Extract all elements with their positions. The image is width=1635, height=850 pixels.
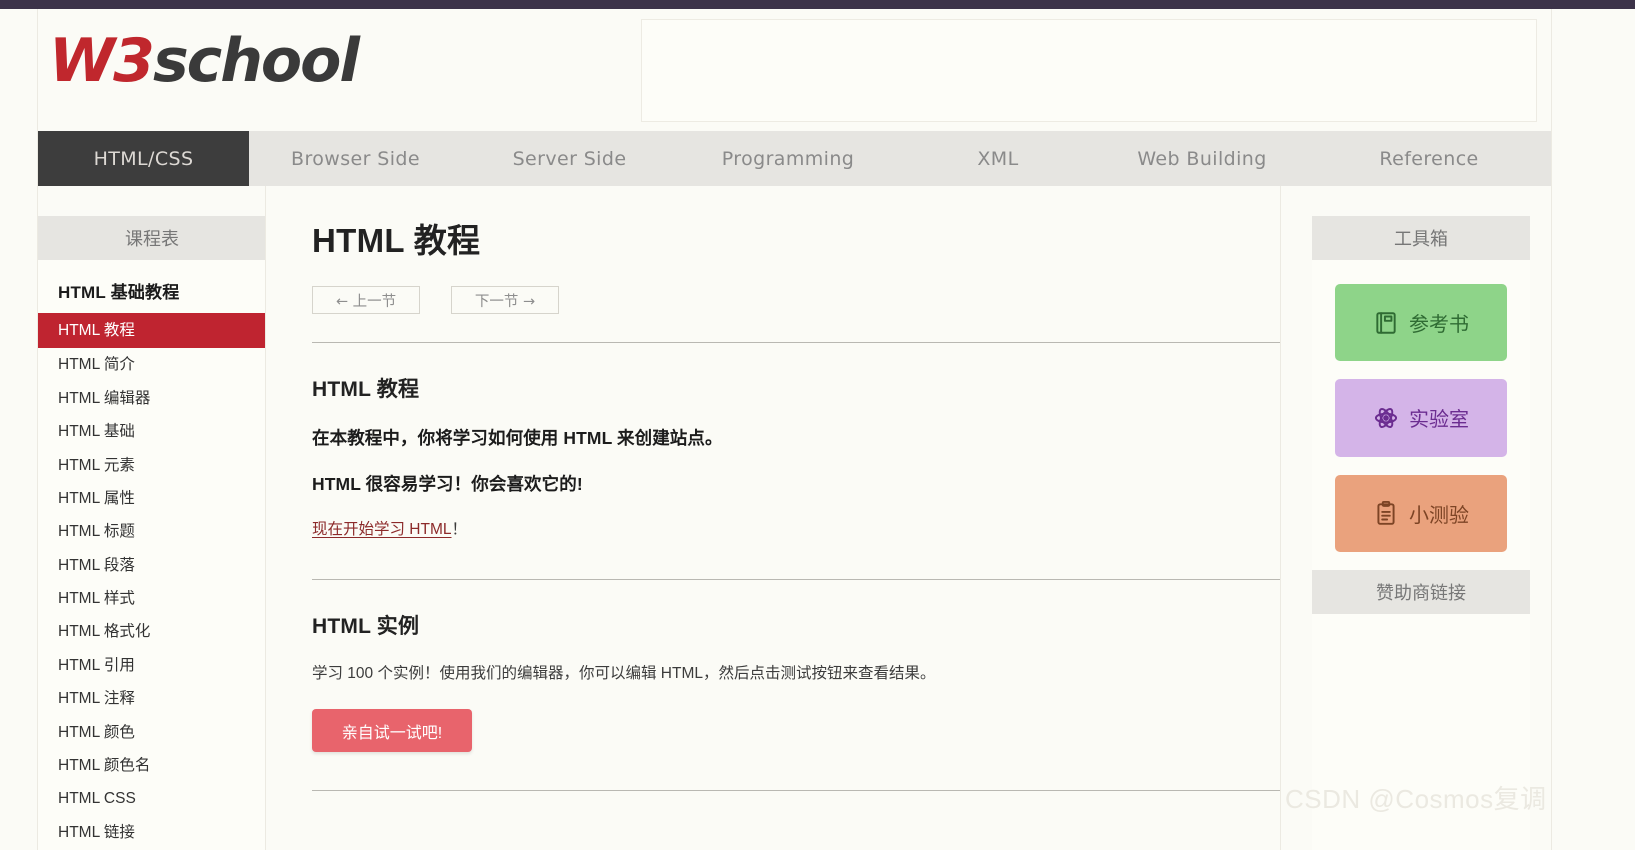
try-it-yourself-button[interactable]: 亲自试一试吧! xyxy=(312,709,472,753)
examples-paragraph: 学习 100 个实例！使用我们的编辑器，你可以编辑 HTML，然后点击测试按钮来… xyxy=(312,665,936,682)
toolbox-header: 工具箱 xyxy=(1312,216,1530,260)
nav-item-programming[interactable]: Programming xyxy=(677,131,899,186)
course-sidebar: 课程表 HTML 基础教程 HTML 教程 HTML 简介 HTML 编辑器 H… xyxy=(38,186,266,850)
toolbox-card-label: 实验室 xyxy=(1409,409,1469,432)
next-section-button[interactable]: 下一节 → xyxy=(451,286,559,314)
examples-section: HTML 实例 学习 100 个实例！使用我们的编辑器，你可以编辑 HTML，然… xyxy=(312,580,1284,792)
sidebar-group-title: HTML 基础教程 xyxy=(58,283,180,302)
toolbox-card-lab[interactable]: 实验室 xyxy=(1335,379,1507,457)
tutorial-lead-2: HTML 很容易学习！你会喜欢它的! xyxy=(312,474,583,494)
page-title: HTML 教程 xyxy=(312,222,481,259)
nav-item-reference[interactable]: Reference xyxy=(1307,131,1551,186)
sidebar-item-html-elements[interactable]: HTML 元素 xyxy=(38,449,266,482)
start-learning-line: 现在开始学习 HTML！ xyxy=(312,517,1252,539)
nav-item-server-side[interactable]: Server Side xyxy=(462,131,677,186)
body-area: 课程表 HTML 基础教程 HTML 教程 HTML 简介 HTML 编辑器 H… xyxy=(38,186,1551,850)
pager: ← 上一节 下一节 → xyxy=(312,286,1252,314)
examples-heading: HTML 实例 xyxy=(312,615,420,638)
nav-item-browser-side[interactable]: Browser Side xyxy=(249,131,462,186)
previous-section-button[interactable]: ← 上一节 xyxy=(312,286,420,314)
site-logo[interactable]: W3school xyxy=(49,31,360,91)
sidebar-item-html-paragraphs[interactable]: HTML 段落 xyxy=(38,549,266,582)
sidebar-item-html-css[interactable]: HTML CSS xyxy=(38,782,266,815)
watermark: CSDN @Cosmos复调 xyxy=(1285,784,1547,814)
main-navigation: HTML/CSS Browser Side Server Side Progra… xyxy=(38,131,1551,186)
logo-w3-text: W3 xyxy=(49,26,155,96)
start-learning-link[interactable]: 现在开始学习 HTML xyxy=(312,521,452,538)
toolbox-card-reference-book[interactable]: 参考书 xyxy=(1335,284,1507,362)
site-header: W3school xyxy=(38,9,1551,131)
sidebar-item-html-basics[interactable]: HTML 基础 xyxy=(38,415,266,448)
sidebar-item-html-colors[interactable]: HTML 颜色 xyxy=(38,716,266,749)
header-ad-placeholder xyxy=(641,19,1537,122)
tutorial-lead-1: 在本教程中，你将学习如何使用 HTML 来创建站点。 xyxy=(312,428,723,448)
content-divider-bottom xyxy=(312,790,1284,792)
right-sidebar: 工具箱 参考书 实验室 小测验 赞助商链接 xyxy=(1280,186,1551,850)
nav-item-xml[interactable]: XML xyxy=(899,131,1097,186)
logo-school-text: school xyxy=(152,26,360,96)
toolbox-card-label: 小测验 xyxy=(1409,504,1469,527)
sidebar-item-html-intro[interactable]: HTML 简介 xyxy=(38,348,266,381)
sidebar-item-html-tutorial[interactable]: HTML 教程 xyxy=(38,313,266,349)
tutorial-section: HTML 教程 在本教程中，你将学习如何使用 HTML 来创建站点。 HTML … xyxy=(312,343,1252,539)
sidebar-item-html-attributes[interactable]: HTML 属性 xyxy=(38,482,266,515)
sidebar-item-html-styles[interactable]: HTML 样式 xyxy=(38,582,266,615)
sidebar-header: 课程表 xyxy=(38,216,266,260)
browser-chrome-strip xyxy=(0,0,1635,9)
toolbox-card-quiz[interactable]: 小测验 xyxy=(1335,474,1507,552)
sidebar-item-html-color-names[interactable]: HTML 颜色名 xyxy=(38,749,266,782)
sponsor-header: 赞助商链接 xyxy=(1312,570,1530,614)
clipboard-icon xyxy=(1373,500,1399,526)
sidebar-item-html-headings[interactable]: HTML 标题 xyxy=(38,515,266,548)
start-learning-suffix: ！ xyxy=(451,521,468,538)
main-content: HTML 教程 ← 上一节 下一节 → HTML 教程 在本教程中，你将学习如何… xyxy=(266,186,1284,850)
sidebar-item-html-quotations[interactable]: HTML 引用 xyxy=(38,649,266,682)
toolbox-card-label: 参考书 xyxy=(1409,314,1469,337)
sidebar-list: HTML 基础教程 HTML 教程 HTML 简介 HTML 编辑器 HTML … xyxy=(38,260,266,850)
tutorial-heading: HTML 教程 xyxy=(312,378,420,401)
nav-item-web-building[interactable]: Web Building xyxy=(1097,131,1307,186)
toolbox-panel: 参考书 实验室 小测验 xyxy=(1312,260,1530,570)
sidebar-item-html-comments[interactable]: HTML 注释 xyxy=(38,682,266,715)
sidebar-item-html-links[interactable]: HTML 链接 xyxy=(38,816,266,849)
rightbar-left-divider xyxy=(1280,186,1281,850)
book-icon xyxy=(1373,310,1399,336)
page-root: W3school HTML/CSS Browser Side Server Si… xyxy=(0,9,1635,850)
sidebar-item-html-editor[interactable]: HTML 编辑器 xyxy=(38,382,266,415)
sidebar-item-html-formatting[interactable]: HTML 格式化 xyxy=(38,615,266,648)
atom-icon xyxy=(1373,405,1399,431)
container-right-edge xyxy=(1551,9,1552,850)
nav-item-html-css[interactable]: HTML/CSS xyxy=(38,131,249,186)
